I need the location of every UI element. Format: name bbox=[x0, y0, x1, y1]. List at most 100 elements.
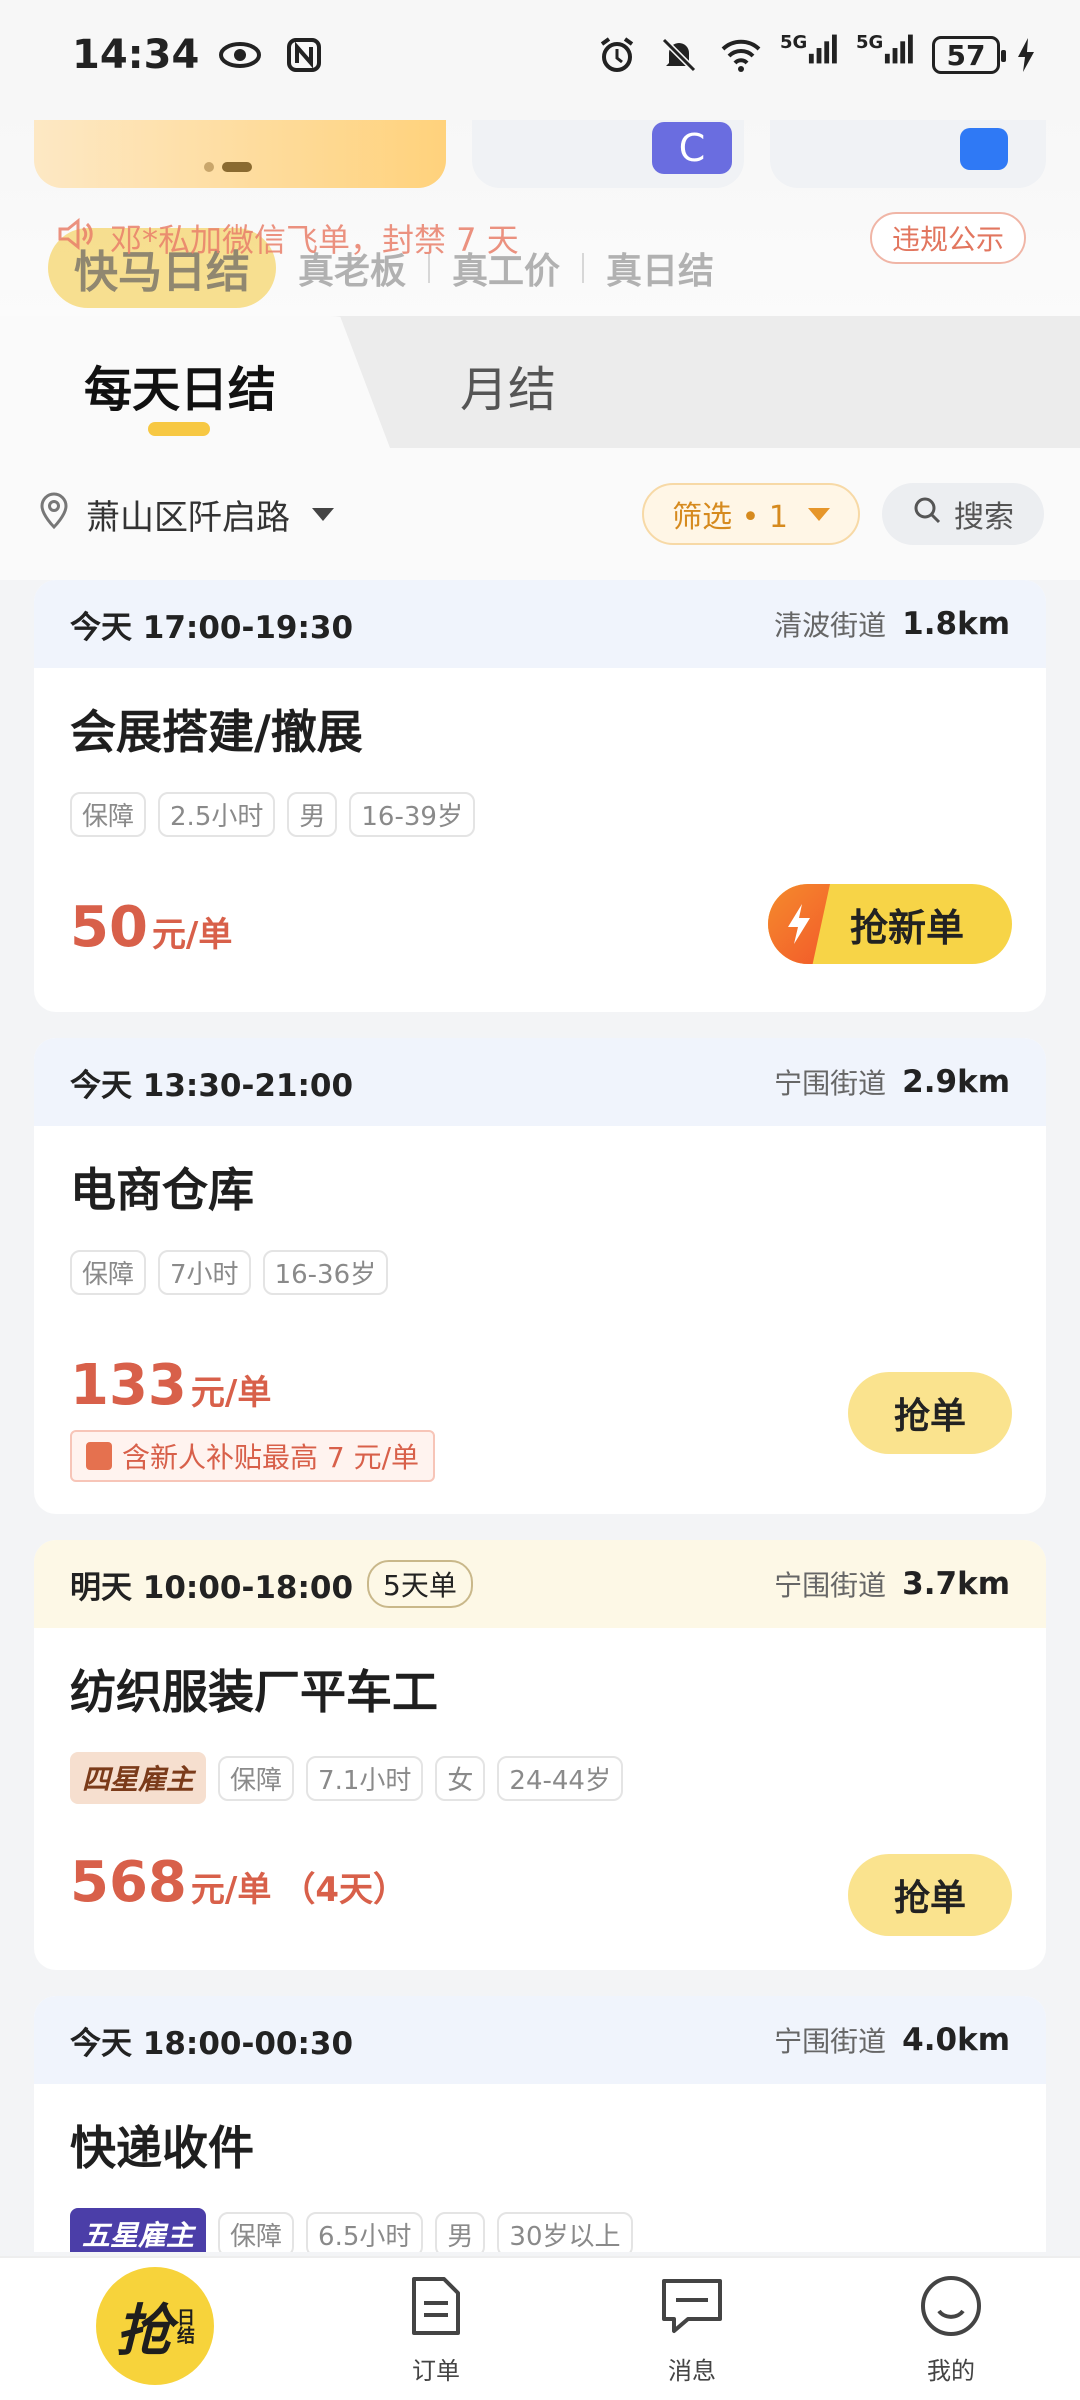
job-tag: 女 bbox=[435, 1755, 486, 1801]
search-label: 搜索 bbox=[954, 500, 1014, 535]
grab-logo-icon: 抢 日结 bbox=[96, 2267, 214, 2385]
bottom-nav: 抢 日结 订单 消息 我的 bbox=[0, 2256, 1080, 2400]
settlement-tabs: 每天日结 月结 bbox=[0, 316, 1080, 448]
alarm-icon bbox=[594, 32, 640, 78]
job-tags: 保障 7小时 16-36岁 bbox=[70, 1250, 1010, 1295]
days-badge: 5天单 bbox=[367, 1560, 473, 1608]
job-tag: 7小时 bbox=[158, 1250, 251, 1295]
signal-label-2: 5G bbox=[856, 32, 884, 53]
price-value: 568 bbox=[70, 1850, 187, 1915]
job-tag: 24-44岁 bbox=[497, 1755, 623, 1801]
carousel-indicator bbox=[204, 162, 252, 172]
notice-text: 邓*私加微信飞单，封禁 7 天 bbox=[110, 221, 519, 259]
red-packet-icon bbox=[86, 1442, 112, 1470]
price-unit: 元/单 bbox=[151, 915, 233, 955]
smiley-face-icon bbox=[918, 2273, 984, 2345]
job-distance: 1.8km bbox=[902, 606, 1010, 642]
job-card[interactable]: 明天 10:00-18:00 5天单 宁围街道 3.7km 纺织服装厂平车工 四… bbox=[34, 1540, 1046, 1970]
banner-card-promo[interactable] bbox=[34, 120, 446, 188]
job-card[interactable]: 今天 13:30-21:00 宁围街道 2.9km 电商仓库 保障 7小时 16… bbox=[34, 1038, 1046, 1514]
grab-new-label: 抢新单 bbox=[850, 905, 965, 950]
price-days: （4天） bbox=[281, 1870, 407, 1910]
status-bar: 14:34 5G 5G 57 bbox=[0, 0, 1080, 110]
top-banner-area: C 快马日结 真老板 真工价 真日结 邓*私加微信飞单，封禁 7 天 违规公示 bbox=[0, 110, 1080, 320]
search-icon bbox=[912, 495, 942, 533]
job-title: 纺织服装厂平车工 bbox=[70, 1665, 438, 1719]
nav-orders[interactable]: 订单 bbox=[406, 2273, 466, 2386]
job-card-header: 今天 18:00-00:30 宁围街道 4.0km bbox=[34, 1996, 1046, 2084]
status-time: 14:34 bbox=[72, 32, 200, 78]
wifi-icon bbox=[718, 32, 764, 78]
nav-grab[interactable]: 抢 日结 bbox=[96, 2267, 214, 2385]
employer-rank-badge: 四星雇主 bbox=[70, 1752, 207, 1804]
job-title: 快递收件 bbox=[70, 2121, 254, 2175]
job-tag: 保障 bbox=[70, 792, 147, 837]
job-street: 清波街道 bbox=[774, 609, 887, 642]
price-value: 50 bbox=[70, 895, 148, 960]
job-tag: 16-36岁 bbox=[262, 1250, 389, 1295]
job-tag: 30岁以上 bbox=[497, 2211, 633, 2252]
nav-mine-label: 我的 bbox=[927, 2356, 975, 2385]
price-unit: 元/单 bbox=[190, 1373, 272, 1413]
grab-new-order-button[interactable]: 抢新单 bbox=[768, 884, 1012, 964]
job-distance: 4.0km bbox=[902, 2022, 1010, 2058]
search-button[interactable]: 搜索 bbox=[882, 483, 1044, 545]
blue-shield-icon bbox=[960, 128, 1008, 170]
nav-mine[interactable]: 我的 bbox=[918, 2273, 984, 2386]
tab-active-indicator bbox=[148, 422, 210, 436]
location-label: 萧山区阡启路 bbox=[86, 497, 290, 538]
grab-logo-subtext: 日结 bbox=[174, 2308, 195, 2344]
grab-order-button[interactable]: 抢单 bbox=[848, 1854, 1012, 1936]
filter-row: 萧山区阡启路 筛选 • 1 搜索 bbox=[0, 448, 1080, 580]
notice-bar: 邓*私加微信飞单，封禁 7 天 违规公示 bbox=[56, 210, 1026, 266]
mute-bell-icon bbox=[656, 32, 702, 78]
nfc-icon bbox=[281, 32, 327, 78]
job-card-header: 今天 17:00-19:30 清波街道 1.8km bbox=[34, 580, 1046, 668]
violation-notice-button[interactable]: 违规公示 bbox=[869, 212, 1026, 264]
job-tag: 2.5小时 bbox=[158, 792, 276, 837]
job-time: 明天 10:00-18:00 bbox=[70, 1569, 354, 1606]
job-tag: 保障 bbox=[218, 1755, 295, 1801]
job-tags: 五星雇主 保障 6.5小时 男 30岁以上 bbox=[70, 2208, 1010, 2252]
nav-orders-label: 订单 bbox=[412, 2356, 460, 2385]
job-tag: 16-39岁 bbox=[349, 792, 475, 837]
job-street: 宁围街道 bbox=[774, 1569, 887, 1602]
message-bubble-icon bbox=[658, 2273, 726, 2345]
job-card[interactable]: 今天 17:00-19:30 清波街道 1.8km 会展搭建/撤展 保障 2.5… bbox=[34, 580, 1046, 1012]
job-street: 宁围街道 bbox=[774, 2025, 887, 2058]
order-document-icon bbox=[406, 2273, 466, 2345]
job-tags: 保障 2.5小时 男 16-39岁 bbox=[70, 792, 1010, 837]
signal-label: 5G bbox=[780, 32, 808, 53]
job-time: 今天 18:00-00:30 bbox=[70, 2025, 354, 2062]
signal-icon-2: 5G bbox=[856, 32, 916, 78]
nav-messages[interactable]: 消息 bbox=[658, 2273, 726, 2386]
job-tag: 男 bbox=[435, 2211, 486, 2252]
tab-monthly[interactable]: 月结 bbox=[460, 350, 556, 420]
tab-daily[interactable]: 每天日结 bbox=[84, 350, 276, 420]
job-card-header: 明天 10:00-18:00 5天单 宁围街道 3.7km bbox=[34, 1540, 1046, 1628]
subsidy-text: 含新人补贴最高 7 元/单 bbox=[122, 1441, 420, 1474]
new-user-subsidy-badge: 含新人补贴最高 7 元/单 bbox=[70, 1430, 436, 1482]
job-title: 会展搭建/撤展 bbox=[70, 705, 363, 759]
job-tag: 保障 bbox=[218, 2211, 295, 2252]
price-value: 133 bbox=[70, 1353, 187, 1418]
location-pin-icon bbox=[36, 490, 72, 539]
job-card[interactable]: 今天 18:00-00:30 宁围街道 4.0km 快递收件 五星雇主 保障 6… bbox=[34, 1996, 1046, 2252]
job-distance: 2.9km bbox=[902, 1064, 1010, 1100]
job-tag: 7.1小时 bbox=[306, 1755, 424, 1801]
job-card-header: 今天 13:30-21:00 宁围街道 2.9km bbox=[34, 1038, 1046, 1126]
job-time: 今天 17:00-19:30 bbox=[70, 609, 354, 646]
charging-icon bbox=[1016, 32, 1036, 78]
price-unit: 元/单 bbox=[190, 1870, 272, 1910]
filter-button[interactable]: 筛选 • 1 bbox=[642, 483, 860, 545]
job-tag: 保障 bbox=[70, 1250, 147, 1295]
battery-indicator: 57 bbox=[932, 36, 1006, 74]
grab-logo-text: 抢 bbox=[116, 2298, 172, 2364]
location-selector[interactable]: 萧山区阡启路 bbox=[36, 490, 334, 539]
grab-order-button[interactable]: 抢单 bbox=[848, 1372, 1012, 1454]
app-c-icon: C bbox=[652, 122, 732, 174]
job-list: 今天 17:00-19:30 清波街道 1.8km 会展搭建/撤展 保障 2.5… bbox=[34, 580, 1046, 2252]
chevron-down-icon bbox=[808, 507, 830, 521]
chevron-down-icon bbox=[312, 507, 334, 521]
nav-messages-label: 消息 bbox=[668, 2356, 716, 2385]
